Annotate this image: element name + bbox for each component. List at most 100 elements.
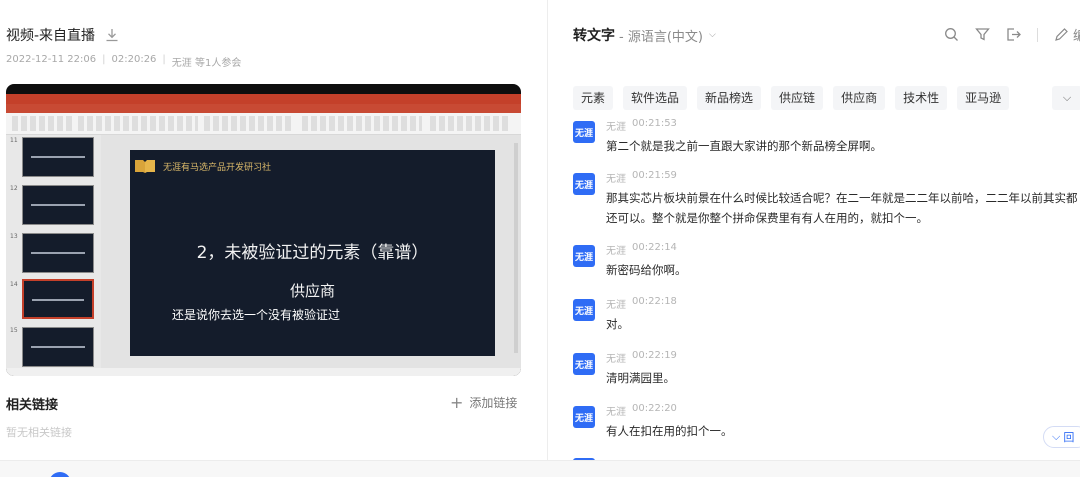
timestamp[interactable]: 00:21:53 xyxy=(632,118,677,133)
speaker-name: 无涯 xyxy=(606,354,626,365)
book-icon xyxy=(134,158,156,174)
export-icon[interactable] xyxy=(1006,27,1021,42)
msg-meta: 无涯 00:22:20 xyxy=(606,403,677,418)
transcript-text: 对。 xyxy=(606,314,1080,334)
keyword-tags: 元素 软件选品 新品榜选 供应链 供应商 技术性 亚马逊 xyxy=(573,86,1010,110)
avatar: 无涯 xyxy=(573,353,595,375)
slide-heading: 2，未被验证过的元素（靠谱） xyxy=(196,243,429,263)
keyword-tag[interactable]: 软件选品 xyxy=(623,86,688,110)
timestamp[interactable]: 00:22:19 xyxy=(632,350,677,365)
transcript-title: 转文字 xyxy=(573,28,615,44)
slide-thumbnail xyxy=(22,137,94,177)
msg-meta: 无涯 00:22:19 xyxy=(606,350,677,365)
ppt-statusbar xyxy=(6,368,521,376)
video-date: 2022-12-11 22:06 xyxy=(6,54,97,65)
filter-icon[interactable] xyxy=(975,27,990,42)
add-link-label: 添加链接 xyxy=(469,396,518,410)
slide-subheading: 供应商 xyxy=(289,282,335,300)
chevron-down-icon: ⌵ xyxy=(1062,91,1072,104)
timestamp[interactable]: 00:21:59 xyxy=(632,170,677,185)
keyword-tag[interactable]: 供应商 xyxy=(833,86,886,110)
chevron-down-icon[interactable]: ⌵ xyxy=(709,30,716,40)
msg-meta: 无涯 00:22:14 xyxy=(606,242,677,257)
transcript-toolbar: 编辑 xyxy=(944,25,1080,44)
timestamp[interactable]: 00:22:20 xyxy=(632,403,677,418)
slide-thumbnail xyxy=(22,327,94,367)
ppt-slide-thumbnails: 11 12 13 14 15 xyxy=(6,135,101,368)
keyword-tag[interactable]: 新品榜选 xyxy=(697,86,762,110)
ppt-titlebar xyxy=(6,94,521,104)
transcript-text: 那其实芯片板块前景在什么时候比较适合呢？在二一年就是二二年以前哈，二二年以前其实… xyxy=(606,188,1080,228)
search-icon[interactable] xyxy=(944,27,959,42)
avatar: 无涯 xyxy=(573,299,595,321)
slide-thumbnail xyxy=(22,185,94,225)
speaker-name: 无涯 xyxy=(606,300,626,311)
text-line: 清明满园里。 xyxy=(606,371,675,385)
timestamp[interactable]: 00:22:18 xyxy=(632,296,677,311)
plus-icon: + xyxy=(450,392,464,412)
msg-meta: 无涯 00:21:59 xyxy=(606,170,677,185)
transcript-item: 无涯 无涯 00:21:59 那其实芯片板块前景在什么时候比较适合呢？在二一年就… xyxy=(573,170,1080,230)
transcript-text: 新密码给你啊。 xyxy=(606,260,1080,280)
slide-thumbnail-active xyxy=(22,279,94,319)
avatar: 无涯 xyxy=(573,121,595,143)
ppt-scrollbar xyxy=(514,143,518,353)
bottom-bar xyxy=(0,460,1080,477)
transcript-item: 无涯 无涯 00:21:53 第二个就是我之前一直跟大家讲的那个新品榜全屏啊。 xyxy=(573,118,1080,158)
speaker-name: 无涯 xyxy=(606,246,626,257)
meta-separator: | xyxy=(102,54,106,65)
expand-tags-button[interactable]: ⌵ xyxy=(1052,86,1080,110)
keyword-tag[interactable]: 供应链 xyxy=(771,86,824,110)
pencil-icon xyxy=(1054,27,1069,42)
no-links-text: 暂无相关链接 xyxy=(6,426,72,439)
msg-meta: 无涯 00:22:18 xyxy=(606,296,677,311)
speaker-name: 无涯 xyxy=(606,122,626,133)
avatar: 无涯 xyxy=(573,406,595,428)
source-language-select[interactable]: - 源语言(中文) xyxy=(619,26,703,45)
video-participants: 无涯 等1人参会 xyxy=(171,58,242,69)
transcript-list[interactable]: 无涯 无涯 00:21:53 第二个就是我之前一直跟大家讲的那个新品榜全屏啊。 … xyxy=(573,115,1080,460)
transcript-panel: 转文字 - 源语言(中文) ⌵ 编辑 元素 软件选品 新品榜选 供应链 供应商 … xyxy=(548,0,1080,460)
keyword-tag[interactable]: 元素 xyxy=(573,86,614,110)
keyword-tag[interactable]: 技术性 xyxy=(895,86,948,110)
text-line: 对。 xyxy=(606,317,629,331)
avatar: 无涯 xyxy=(573,245,595,267)
transcript-text: 第二个就是我之前一直跟大家讲的那个新品榜全屏啊。 xyxy=(606,136,1080,156)
related-links-title: 相关链接 xyxy=(6,398,59,413)
edit-label: 编辑 xyxy=(1073,29,1080,44)
video-player[interactable]: 11 12 13 14 15 无涯有马选产品开发研习社 2，未被验证过的元素（靠… xyxy=(6,84,521,376)
transcript-text: 有人在扣在用的扣个一。 xyxy=(606,421,1080,441)
transcript-item: 无涯 无涯 00:22:19 清明满园里。 xyxy=(573,350,1080,390)
video-meta: 2022-12-11 22:06 | 02:20:26 | 无涯 等1人参会 xyxy=(6,54,241,69)
slide-thumbnail xyxy=(22,233,94,273)
transcript-header: 转文字 - 源语言(中文) ⌵ xyxy=(573,25,716,45)
ppt-ribbon-tabs xyxy=(6,104,521,113)
download-icon[interactable] xyxy=(105,28,119,42)
video-title-row: 视频-来自直播 xyxy=(6,25,119,45)
text-line: 那其实芯片板块前景在什么时候比较适合呢？在二一年就是二二年以前哈，二二年以前其实… xyxy=(606,191,1078,205)
edit-button[interactable]: 编辑 xyxy=(1054,25,1080,44)
ppt-ribbon xyxy=(6,113,521,135)
slide-logo: 无涯有马选产品开发研习社 xyxy=(134,158,271,174)
video-panel: 视频-来自直播 2022-12-11 22:06 | 02:20:26 | 无涯… xyxy=(0,0,547,460)
msg-meta: 无涯 00:21:53 xyxy=(606,118,677,133)
chevron-down-icon: ⌵ xyxy=(1052,430,1061,443)
text-line: 还可以。整个就是你整个拼命保费里有有人在用的，就扣个一。 xyxy=(606,211,928,225)
speaker-name: 无涯 xyxy=(606,407,626,418)
keyword-tag[interactable]: 亚马逊 xyxy=(957,86,1010,110)
transcript-item: 无涯 无涯 00:22:18 对。 xyxy=(573,296,1080,336)
transcript-item: 无涯 无涯 00:22:20 有人在扣在用的扣个一。 xyxy=(573,403,1080,443)
meta-separator: | xyxy=(162,54,166,65)
transcript-item: 无涯 无涯 00:22:14 新密码给你啊。 xyxy=(573,242,1080,282)
text-line: 有人在扣在用的扣个一。 xyxy=(606,424,733,438)
text-line: 第二个就是我之前一直跟大家讲的那个新品榜全屏啊。 xyxy=(606,139,882,153)
timestamp[interactable]: 00:22:14 xyxy=(632,242,677,257)
back-label: 回 xyxy=(1063,431,1075,444)
video-title: 视频-来自直播 xyxy=(6,28,96,44)
avatar: 无涯 xyxy=(573,173,595,195)
speaker-name: 无涯 xyxy=(606,174,626,185)
slide-caption: 还是说你去选一个没有被验证过 xyxy=(172,308,341,322)
back-to-current-button[interactable]: ⌵ 回 xyxy=(1043,426,1080,448)
slide-org-name: 无涯有马选产品开发研习社 xyxy=(163,162,272,173)
add-link-button[interactable]: + 添加链接 xyxy=(450,394,517,411)
